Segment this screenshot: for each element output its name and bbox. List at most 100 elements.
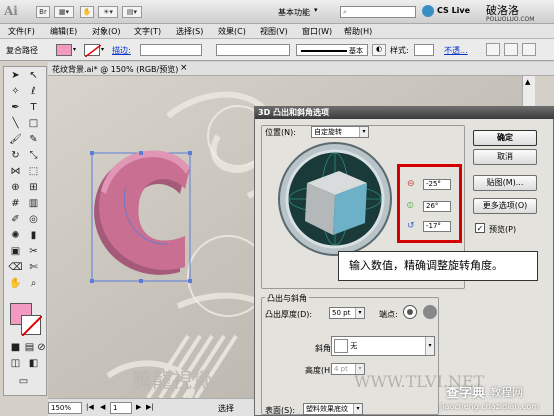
extrude-depth-label: 凸出厚度(D): (265, 310, 313, 319)
cap-on-icon[interactable] (403, 305, 417, 319)
page-field[interactable]: 1 (110, 402, 132, 414)
rotate-x-icon: ⊖ (407, 179, 415, 189)
rotate-tool-icon[interactable]: ↻ (8, 149, 23, 162)
prev-page-icon[interactable]: ◀ (100, 403, 105, 411)
variable-width-select[interactable] (216, 44, 290, 56)
lasso-tool-icon[interactable]: ℓ (26, 85, 41, 98)
cap-label: 端点: (379, 310, 398, 319)
scale-tool-icon[interactable]: ⤡ (26, 149, 41, 162)
selection-tool-icon[interactable]: ➤ (8, 69, 23, 82)
opacity-icon[interactable]: ◐ (372, 44, 386, 56)
surface-select[interactable]: 塑料效果底纹 ▾ (303, 403, 363, 415)
color-mode-icon[interactable]: ■ (8, 341, 23, 354)
mesh-tool-icon[interactable]: # (8, 197, 23, 210)
draw-normal-icon[interactable]: ◫ (8, 357, 23, 370)
menu-help[interactable]: 帮助(H) (344, 26, 372, 37)
surface-label: 表面(S): (265, 406, 296, 415)
symbol-sprayer-tool-icon[interactable]: ✺ (8, 229, 23, 242)
gradient-tool-icon[interactable]: ▥ (26, 197, 41, 210)
rotate-y-input[interactable]: 26° (423, 201, 451, 212)
map-art-button[interactable]: 贴图(M)... (473, 175, 537, 191)
pen-tool-icon[interactable]: ✒ (8, 101, 23, 114)
menu-file[interactable]: 文件(F) (8, 26, 35, 37)
blend-tool-icon[interactable]: ◎ (26, 213, 41, 226)
menu-type[interactable]: 文字(T) (134, 26, 161, 37)
workspace-switcher[interactable]: 基本功能 (278, 7, 310, 18)
zoom-select[interactable]: 150% (48, 402, 82, 414)
document-tab[interactable]: 花纹背景.ai* @ 150% (RGB/预览) (52, 64, 178, 75)
stroke-swatch[interactable] (84, 44, 101, 57)
preview-checkbox[interactable]: ✓ (475, 223, 485, 233)
hand-tool-icon[interactable]: ✋ (8, 277, 23, 290)
width-tool-icon[interactable]: ⋈ (8, 165, 23, 178)
free-transform-tool-icon[interactable]: ⬚ (26, 165, 41, 178)
transform-icon[interactable] (504, 43, 518, 56)
menu-window[interactable]: 窗口(W) (302, 26, 332, 37)
stroke-color-box[interactable] (21, 315, 42, 336)
shape-builder-tool-icon[interactable]: ⊕ (8, 181, 23, 194)
dialog-title: 3D 凸出和斜角选项 (255, 107, 554, 119)
cancel-button[interactable]: 取消 (473, 149, 537, 165)
hand-tool-icon[interactable]: ✋ (80, 6, 94, 18)
search-input[interactable]: ⌕ (340, 6, 416, 18)
rotation-trackball[interactable] (277, 141, 393, 257)
arrange-documents-button[interactable]: ▦▾ (54, 6, 74, 18)
menu-edit[interactable]: 编辑(E) (50, 26, 77, 37)
scroll-up-icon[interactable]: ▲ (525, 78, 530, 86)
zoom-tool-icon[interactable]: ⌕ (26, 277, 41, 290)
align-icon[interactable] (486, 43, 500, 56)
position-select[interactable]: 自定旋转 ▾ (311, 126, 369, 138)
graph-tool-icon[interactable]: ▮ (26, 229, 41, 242)
magic-wand-tool-icon[interactable]: ✧ (8, 85, 23, 98)
line-tool-icon[interactable]: ╲ (8, 117, 23, 130)
cs-live-button[interactable]: CS Live (437, 6, 470, 15)
first-page-icon[interactable]: |◀ (86, 403, 94, 411)
direct-selection-tool-icon[interactable]: ↖ (26, 69, 41, 82)
eyedropper-tool-icon[interactable]: ✐ (8, 213, 23, 226)
screen-mode-icon[interactable]: ▭ (16, 375, 31, 388)
eraser-tool-icon[interactable]: ⌫ (8, 261, 23, 274)
paintbrush-tool-icon[interactable]: 🖌 (8, 133, 23, 146)
artboard-tool-icon[interactable]: ▣ (8, 245, 23, 258)
view-options-button[interactable]: ☀▾ (98, 6, 118, 18)
bevel-select[interactable]: 无 ▾ (331, 336, 435, 356)
layout-options-button[interactable]: ▤▾ (122, 6, 142, 18)
stroke-link[interactable]: 描边: (112, 45, 131, 56)
ok-button[interactable]: 确定 (473, 130, 537, 146)
rotate-z-input[interactable]: -17° (423, 221, 451, 232)
menu-view[interactable]: 视图(V) (260, 26, 288, 37)
app-logo: Ai (4, 4, 18, 18)
menu-object[interactable]: 对象(O) (92, 26, 121, 37)
brand-watermark: 騰龍視覺 (132, 368, 212, 392)
instruction-callout: 输入数值，精确调整旋转角度。 (338, 251, 538, 281)
bridge-button[interactable]: Br (36, 6, 50, 18)
opacity-link[interactable]: 不透... (444, 45, 468, 56)
more-options-button[interactable]: 更多选项(O) (473, 198, 537, 214)
rectangle-tool-icon[interactable]: □ (26, 117, 41, 130)
pencil-tool-icon[interactable]: ✎ (26, 133, 41, 146)
slice-tool-icon[interactable]: ✂ (26, 245, 41, 258)
rotate-x-input[interactable]: -25° (423, 179, 451, 190)
graphic-style-select[interactable] (414, 44, 434, 56)
scissors-tool-icon[interactable]: ✄ (26, 261, 41, 274)
perspective-grid-tool-icon[interactable]: ⊞ (26, 181, 41, 194)
draw-inside-icon[interactable]: ◧ (26, 357, 41, 370)
next-page-icon[interactable]: ▶ (136, 403, 141, 411)
menu-effect[interactable]: 效果(C) (218, 26, 246, 37)
type-tool-icon[interactable]: T (26, 101, 41, 114)
extrude-section-title: 凸出与斜角 (265, 293, 309, 304)
isolate-icon[interactable] (522, 43, 536, 56)
brush-definition-select[interactable]: 基本 (296, 44, 368, 56)
style-label: 样式: (390, 46, 409, 55)
chevron-down-icon: ▾ (73, 46, 77, 53)
document-tab-bar: 花纹背景.ai* @ 150% (RGB/预览) × (48, 62, 554, 76)
close-icon[interactable]: × (180, 63, 188, 73)
extrude-depth-select[interactable]: 50 pt ▾ (329, 307, 365, 319)
none-mode-icon[interactable]: ⊘ (34, 341, 49, 354)
watermark-url: POLUOLUO.COM (486, 16, 535, 23)
menu-select[interactable]: 选择(S) (176, 26, 203, 37)
cap-off-icon[interactable] (423, 305, 437, 319)
stroke-weight-field[interactable] (140, 44, 202, 56)
fill-swatch[interactable] (56, 44, 72, 56)
last-page-icon[interactable]: ▶| (146, 403, 154, 411)
